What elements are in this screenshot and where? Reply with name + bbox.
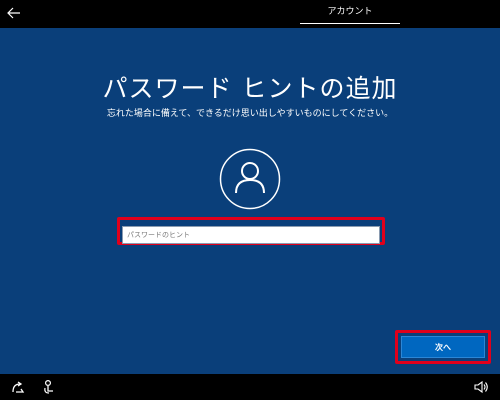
user-avatar-icon — [219, 148, 281, 210]
next-button-highlight: 次へ — [395, 330, 491, 364]
page-title: パスワード ヒントの追加 — [102, 74, 398, 103]
next-button[interactable]: 次へ — [401, 336, 485, 358]
top-bar: アカウント — [0, 0, 500, 28]
main-panel: パスワード ヒントの追加 忘れた場合に備えて、できるだけ思い出しやすいものにして… — [0, 28, 500, 374]
password-hint-input[interactable] — [122, 226, 380, 244]
accessibility-icon[interactable] — [40, 378, 58, 396]
tab-account: アカウント — [300, 0, 400, 24]
ease-of-access-icon[interactable] — [9, 378, 27, 396]
volume-icon[interactable] — [472, 378, 490, 396]
back-arrow-icon[interactable] — [4, 3, 24, 23]
bottom-bar — [0, 374, 500, 400]
oobe-screen: アカウント パスワード ヒントの追加 忘れた場合に備えて、できるだけ思い出しやす… — [0, 0, 500, 400]
page-subtitle: 忘れた場合に備えて、できるだけ思い出しやすいものにしてください。 — [106, 109, 394, 119]
hint-input-highlight — [117, 217, 385, 245]
